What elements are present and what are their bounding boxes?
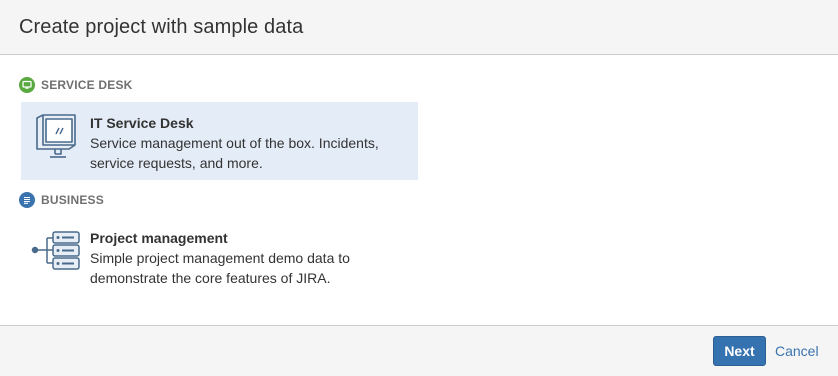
template-description: Simple project management demo data to d… bbox=[90, 250, 350, 286]
template-project-management[interactable]: Project management Simple project manage… bbox=[21, 217, 418, 295]
section-label: SERVICE DESK bbox=[41, 78, 133, 92]
cancel-link[interactable]: Cancel bbox=[775, 343, 819, 359]
dialog-footer: Next Cancel bbox=[0, 325, 838, 376]
template-description: Service management out of the box. Incid… bbox=[90, 135, 379, 171]
monitor-icon bbox=[19, 77, 35, 93]
computer-monitor-icon bbox=[31, 112, 83, 164]
create-project-dialog: Create project with sample data SERVICE … bbox=[0, 0, 838, 376]
section-label: BUSINESS bbox=[41, 193, 104, 207]
template-title: IT Service Desk bbox=[90, 115, 194, 131]
dialog-title: Create project with sample data bbox=[19, 16, 304, 38]
dialog-header: Create project with sample data bbox=[0, 0, 838, 55]
section-service-desk: SERVICE DESK bbox=[19, 76, 133, 94]
template-title: Project management bbox=[90, 230, 228, 246]
next-button[interactable]: Next bbox=[713, 336, 766, 366]
list-icon bbox=[19, 192, 35, 208]
hierarchy-tree-icon bbox=[31, 227, 83, 279]
section-business: BUSINESS bbox=[19, 191, 104, 209]
template-it-service-desk[interactable]: IT Service Desk Service management out o… bbox=[21, 102, 418, 180]
